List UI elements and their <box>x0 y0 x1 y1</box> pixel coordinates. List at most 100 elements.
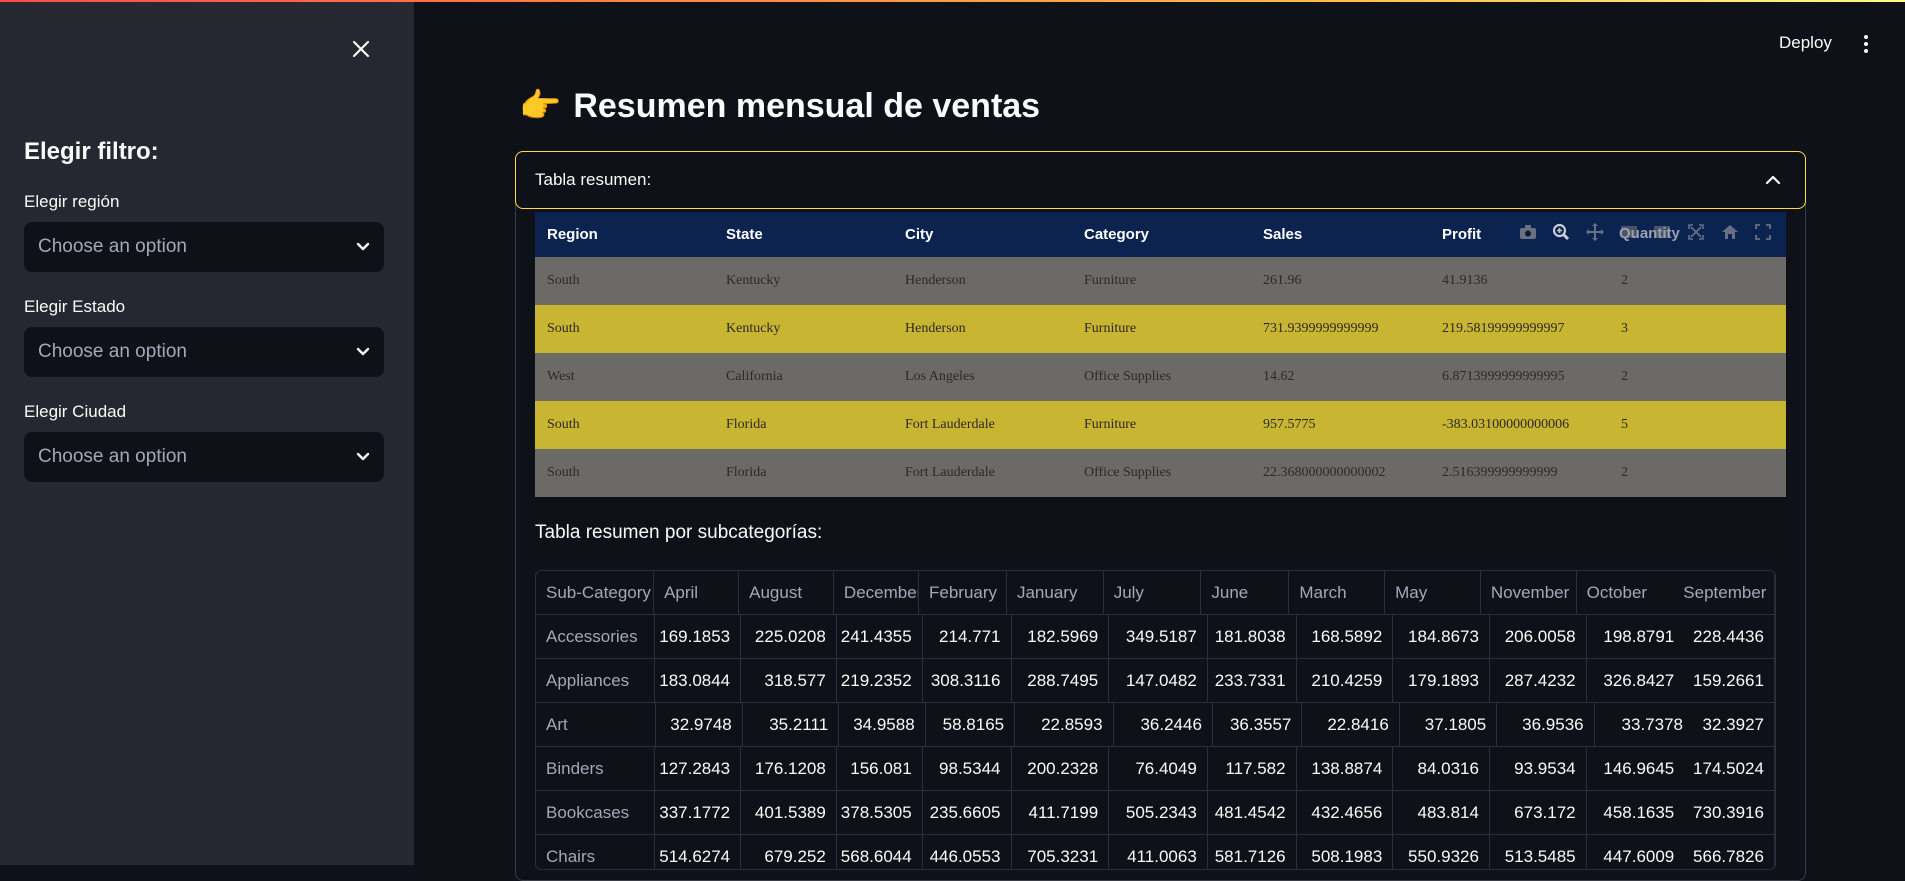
dataframe-cell[interactable]: 214.771 <box>923 614 1012 659</box>
dataframe-cell[interactable]: 168.5892 <box>1297 614 1394 659</box>
city-select[interactable]: Choose an option <box>24 432 384 482</box>
dataframe-row-label[interactable]: Art <box>536 702 657 747</box>
dataframe-cell[interactable]: 98.5344 <box>923 746 1012 791</box>
dataframe-cell[interactable]: 483.814 <box>1393 790 1490 835</box>
dataframe-cell[interactable]: 210.4259 <box>1297 658 1394 703</box>
dataframe-cell[interactable]: 58.8165 <box>926 702 1016 747</box>
dataframe-cell[interactable]: 184.8673 <box>1393 614 1490 659</box>
dataframe-column-header[interactable]: November <box>1481 571 1577 615</box>
dataframe-column-header[interactable]: June <box>1201 571 1290 615</box>
dataframe-cell[interactable]: 505.2343 <box>1109 790 1208 835</box>
pan-icon[interactable] <box>1585 222 1605 242</box>
main-menu-button[interactable] <box>1856 33 1876 55</box>
dataframe-cell[interactable]: 349.5187 <box>1109 614 1208 659</box>
plot-table-cell: -383.03100000000006 <box>1442 417 1570 432</box>
dataframe-cell[interactable]: 156.081 <box>837 746 923 791</box>
dataframe-cell[interactable]: 147.0482 <box>1109 658 1208 703</box>
deploy-button[interactable]: Deploy <box>1779 33 1832 53</box>
dataframe-column-header[interactable]: April <box>654 571 740 615</box>
dataframe-column-header[interactable]: Sub-Category <box>536 571 655 615</box>
dataframe-cell[interactable]: 411.7199 <box>1012 790 1110 835</box>
dataframe-cell[interactable]: 37.1805 <box>1400 702 1498 747</box>
dataframe-cell[interactable]: 326.8427 <box>1587 659 1685 703</box>
zoom-icon[interactable] <box>1551 222 1571 242</box>
dataframe-cell[interactable]: 182.5969 <box>1012 614 1110 659</box>
region-select[interactable]: Choose an option <box>24 222 384 272</box>
dataframe-cell[interactable]: 458.1635 <box>1587 791 1685 835</box>
dataframe-cell[interactable]: 32.9748 <box>656 702 743 747</box>
dataframe-row-label[interactable]: Accessories <box>536 614 656 659</box>
dataframe-row-label[interactable]: Appliances <box>536 658 656 703</box>
dataframe-cell[interactable]: 241.4355 <box>837 614 923 659</box>
dataframe-cell[interactable]: 32.3927 <box>1693 702 1775 747</box>
dataframe-row-label[interactable]: Bookcases <box>536 790 656 835</box>
dataframe-row: Appliances 183.0844 318.577 219.2352 308.311… <box>536 658 1775 703</box>
dataframe-cell[interactable]: 200.2328 <box>1012 746 1110 791</box>
dataframe-cell[interactable]: 35.2111 <box>743 702 840 747</box>
dataframe-cell[interactable]: 181.8038 <box>1208 614 1297 659</box>
dataframe-cell[interactable]: 22.8416 <box>1302 702 1400 747</box>
fullscreen-icon[interactable] <box>1753 222 1773 242</box>
dataframe-cell[interactable]: 76.4049 <box>1109 746 1208 791</box>
dataframe-cell[interactable]: 174.5024 <box>1684 746 1775 791</box>
dataframe-column-header[interactable]: September <box>1673 571 1775 615</box>
dataframe-cell[interactable]: 169.1853 <box>655 614 742 659</box>
dataframe-cell[interactable]: 730.3916 <box>1684 790 1775 835</box>
dataframe-cell[interactable]: 233.7331 <box>1208 658 1297 703</box>
dataframe-cell[interactable]: 159.2661 <box>1684 658 1775 703</box>
dataframe-column-header[interactable]: March <box>1289 571 1386 615</box>
plot-table-cell: 41.9136 <box>1442 273 1488 288</box>
dataframe-cell[interactable]: 22.8593 <box>1015 702 1114 747</box>
dataframe-column-header[interactable]: January <box>1007 571 1104 615</box>
dataframe-column-header[interactable]: May <box>1385 571 1481 615</box>
dataframe-cell[interactable]: 337.1772 <box>655 790 742 835</box>
dataframe-cell[interactable]: 198.8791 <box>1587 615 1685 659</box>
expander-header[interactable]: Tabla resumen: <box>515 151 1806 209</box>
autoscale-icon[interactable] <box>1686 222 1706 242</box>
dataframe-cell[interactable]: 36.9536 <box>1497 702 1595 747</box>
dataframe-cell[interactable]: 33.7378 <box>1595 703 1693 747</box>
dataframe-cell[interactable]: 146.9645 <box>1587 747 1685 791</box>
dataframe-cell[interactable]: 225.0208 <box>741 614 837 659</box>
dataframe-cell[interactable]: 84.0316 <box>1393 746 1490 791</box>
dataframe-cell[interactable]: 138.8874 <box>1297 746 1394 791</box>
dataframe-cell[interactable]: 34.9588 <box>839 702 926 747</box>
page-title: 👉 Resumen mensual de ventas <box>519 86 1040 126</box>
dataframe-column-header[interactable]: August <box>739 571 834 615</box>
dataframe-cell[interactable]: 179.1893 <box>1393 658 1490 703</box>
dataframe-cell[interactable]: 127.2843 <box>655 746 742 791</box>
dataframe-cell[interactable]: 219.2352 <box>837 658 923 703</box>
dataframe-column-header[interactable]: October <box>1577 571 1674 615</box>
home-icon[interactable] <box>1720 222 1740 242</box>
dataframe-column-header[interactable]: July <box>1104 571 1202 615</box>
dataframe-column-header[interactable]: December <box>834 571 919 615</box>
close-sidebar-button[interactable] <box>345 33 377 65</box>
plot-table-cell: Furniture <box>1084 417 1137 432</box>
dataframe-cell[interactable]: 308.3116 <box>923 658 1012 703</box>
dataframe-cell[interactable]: 117.582 <box>1208 746 1297 791</box>
dataframe-cell[interactable]: 401.5389 <box>741 790 837 835</box>
dataframe-cell[interactable]: 228.4436 <box>1684 614 1775 659</box>
dataframe-cell[interactable]: 206.0058 <box>1490 614 1587 659</box>
plot-table-cell: Kentucky <box>726 273 781 288</box>
plot-table-cell: Fort Lauderdale <box>905 465 995 480</box>
dataframe-cell[interactable]: 36.2446 <box>1114 702 1213 747</box>
dataframe-cell[interactable]: 288.7495 <box>1012 658 1110 703</box>
dataframe-cell[interactable]: 673.172 <box>1490 790 1587 835</box>
dataframe-cell[interactable]: 481.4542 <box>1208 790 1297 835</box>
plot-table-cell: Furniture <box>1084 273 1137 288</box>
subcategory-dataframe[interactable]: Sub-Category April August December February J… <box>535 570 1776 870</box>
dataframe-cell[interactable]: 318.577 <box>741 658 837 703</box>
dataframe-column-header[interactable]: February <box>919 571 1007 615</box>
dataframe-cell[interactable]: 432.4656 <box>1297 790 1394 835</box>
dataframe-cell[interactable]: 378.5305 <box>837 790 923 835</box>
dataframe-cell[interactable]: 93.9534 <box>1490 746 1587 791</box>
dataframe-cell[interactable]: 176.1208 <box>741 746 837 791</box>
dataframe-cell[interactable]: 235.6605 <box>923 790 1012 835</box>
dataframe-row-label[interactable]: Binders <box>536 746 656 791</box>
dataframe-cell[interactable]: 183.0844 <box>655 658 742 703</box>
dataframe-cell[interactable]: 36.3557 <box>1213 702 1303 747</box>
camera-icon[interactable] <box>1518 222 1538 242</box>
state-select[interactable]: Choose an option <box>24 327 384 377</box>
dataframe-cell[interactable]: 287.4232 <box>1490 658 1587 703</box>
